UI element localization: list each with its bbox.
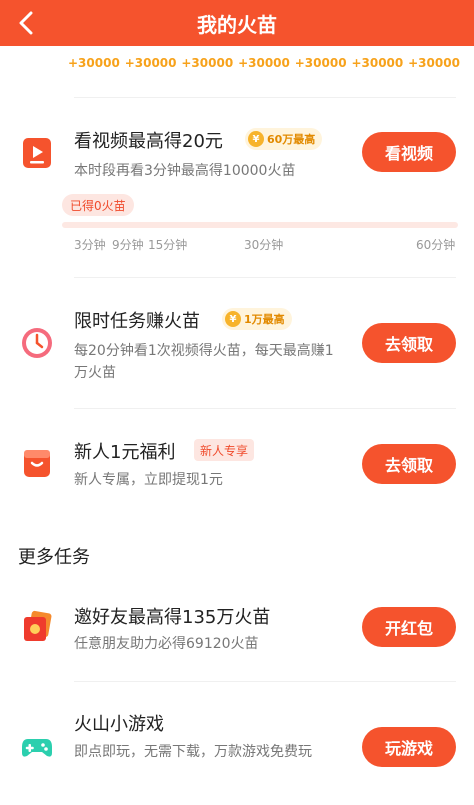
- task-invite-desc: 任意朋友助力必得69120火苗: [74, 636, 259, 652]
- points-item: +30000: [181, 56, 234, 70]
- coin-icon: ¥: [225, 311, 241, 327]
- progress-tick: 15分钟: [148, 238, 188, 252]
- play-game-button[interactable]: 玩游戏: [362, 727, 456, 767]
- divider: [74, 408, 456, 409]
- task-limited-badge: ¥ 1万最高: [222, 308, 292, 330]
- back-button[interactable]: [12, 8, 42, 38]
- progress-tick: 3分钟: [74, 238, 106, 252]
- watch-video-button[interactable]: 看视频: [362, 132, 456, 172]
- task-invite-title: 邀好友最高得135万火苗: [74, 607, 271, 628]
- open-red-envelope-button[interactable]: 开红包: [362, 607, 456, 647]
- task-game-desc: 即点即玩，无需下载，万款游戏免费玩: [74, 744, 312, 760]
- points-item: +30000: [351, 56, 404, 70]
- page-title: 我的火苗: [197, 12, 277, 37]
- task-video-title: 看视频最高得20元: [74, 131, 223, 152]
- points-item: +30000: [294, 56, 347, 70]
- gamepad-icon: [22, 739, 52, 757]
- earned-badge: 已得0火苗: [62, 194, 134, 216]
- video-progress-bar: [62, 222, 458, 228]
- task-video-desc: 本时段再看3分钟最高得10000火苗: [74, 163, 296, 179]
- more-tasks-title: 更多任务: [18, 547, 90, 568]
- wallet-icon: [24, 450, 50, 477]
- task-limited-title: 限时任务赚火苗: [74, 311, 200, 332]
- divider: [74, 97, 456, 98]
- points-item: +30000: [124, 56, 177, 70]
- clock-icon: [22, 328, 52, 358]
- claim-limited-button[interactable]: 去领取: [362, 323, 456, 363]
- task-limited-desc: 每20分钟看1次视频得火苗，每天最高赚1万火苗: [74, 343, 334, 381]
- points-item: +30000: [68, 56, 120, 70]
- newbie-tag: 新人专享: [194, 439, 255, 461]
- video-play-icon: [23, 138, 51, 168]
- task-limited-badge-text: 1万最高: [244, 313, 285, 326]
- coin-icon: ¥: [248, 131, 264, 147]
- task-newbie-title: 新人1元福利: [74, 442, 176, 463]
- divider: [74, 277, 456, 278]
- points-row: +30000 +30000 +30000 +30000 +30000 +3000…: [68, 56, 460, 70]
- top-bar: 我的火苗: [0, 0, 474, 46]
- progress-tick: 30分钟: [244, 238, 284, 252]
- progress-tick: 60分钟: [416, 238, 456, 252]
- task-newbie-desc: 新人专属，立即提现1元: [74, 472, 223, 488]
- red-envelope-icon: [24, 610, 52, 641]
- task-game-title: 火山小游戏: [74, 714, 164, 735]
- points-item: +30000: [408, 56, 460, 70]
- progress-tick: 9分钟: [112, 238, 144, 252]
- points-item: +30000: [238, 56, 290, 70]
- back-arrow-icon: [19, 11, 33, 35]
- task-video-badge: ¥ 60万最高: [245, 128, 323, 150]
- divider: [74, 681, 456, 682]
- task-video-badge-text: 60万最高: [267, 133, 316, 146]
- claim-newbie-button[interactable]: 去领取: [362, 444, 456, 484]
